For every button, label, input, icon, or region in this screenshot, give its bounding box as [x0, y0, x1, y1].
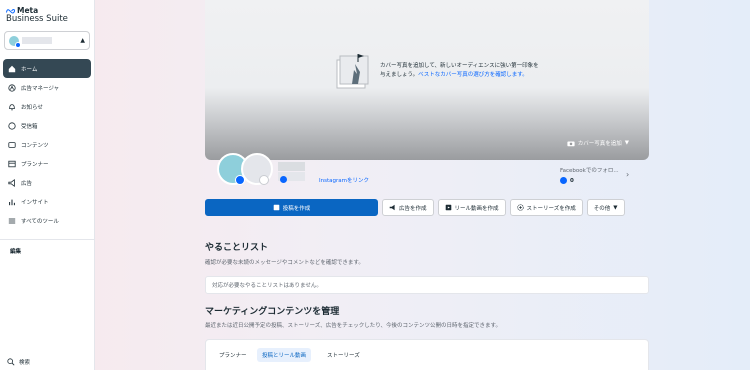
- followers-count-value: 0: [570, 177, 574, 184]
- sidebar-item-label: インサイト: [21, 199, 49, 206]
- sidebar-item-label: 広告マネージャ: [21, 85, 60, 92]
- page-name-placeholder: [278, 162, 305, 171]
- sidebar-item-label: プランナー: [21, 161, 49, 168]
- tab-posts-and-reels[interactable]: 投稿とリール動画: [257, 348, 312, 362]
- chevron-down-icon: ▼: [613, 204, 618, 211]
- sidebar-search[interactable]: 検索: [7, 358, 30, 366]
- facebook-icon: [280, 176, 287, 183]
- meta-logo-icon: [6, 8, 15, 13]
- bell-icon: [9, 103, 15, 110]
- inbox-icon: [8, 121, 16, 130]
- todo-subtitle: 確認が必要な未読のメッセージやコメントなどを確認できます。: [205, 260, 364, 266]
- sidebar-item-ads-manager[interactable]: 広告マネージャ: [3, 78, 91, 97]
- search-icon: [7, 358, 15, 366]
- create-ad-label: 広告を作成: [399, 205, 427, 212]
- create-reel-button[interactable]: リール動画を作成: [437, 199, 506, 216]
- marketing-title: マーケティングコンテンツを管理: [205, 307, 340, 317]
- account-switcher[interactable]: ▲: [4, 31, 90, 50]
- sidebar-item-label: ホーム: [21, 66, 38, 73]
- action-bar: 投稿を作成 広告を作成 リール動画を作成 ストーリーズを作成 その他 ▼: [205, 199, 625, 216]
- menu-icon: [8, 218, 16, 223]
- sidebar-item-label: コンテンツ: [21, 142, 49, 149]
- sidebar-edit-link[interactable]: 編集: [10, 247, 21, 255]
- planner-icon: [8, 160, 16, 167]
- sidebar-item-all-tools[interactable]: すべてのツール: [3, 211, 91, 230]
- cover-tips-link[interactable]: ベストなカバー写真の選び方を確認します。: [418, 72, 528, 78]
- sidebar: Meta Business Suite ▲ ホーム 広告マネージャ お知らせ 受…: [0, 0, 95, 370]
- chevron-down-icon: ▼: [624, 140, 629, 146]
- create-post-button[interactable]: 投稿を作成: [205, 199, 378, 216]
- add-cover-label: カバー写真を追加: [577, 141, 622, 147]
- tab-stories[interactable]: ストーリーズ: [322, 348, 365, 362]
- sidebar-item-content[interactable]: コンテンツ: [3, 135, 91, 154]
- sidebar-item-label: 広告: [21, 180, 33, 187]
- instagram-icon: [259, 175, 269, 185]
- add-cover-photo-button[interactable]: カバー写真を追加 ▼: [567, 139, 629, 147]
- create-story-button[interactable]: ストーリーズを作成: [509, 199, 583, 216]
- instagram-link[interactable]: Instagramをリンク: [319, 176, 369, 184]
- megaphone-icon: [8, 178, 15, 187]
- tab-planner[interactable]: プランナー: [214, 348, 252, 362]
- chevron-right-icon[interactable]: ›: [626, 170, 629, 179]
- sidebar-item-insights[interactable]: インサイト: [3, 192, 91, 211]
- todo-empty-text: 対応が必要なやることリストはありません。: [212, 283, 322, 289]
- ads-manager-icon: [8, 83, 16, 92]
- home-icon: [8, 65, 16, 72]
- megaphone-icon: [389, 204, 395, 211]
- camera-icon: [567, 141, 575, 146]
- sidebar-item-label: お知らせ: [21, 104, 43, 111]
- marketing-subtitle: 最近または近日公開予定の投稿、ストーリーズ、広告をチェックしたり、今後のコンテン…: [205, 323, 501, 329]
- caret-up-icon: ▲: [80, 37, 85, 44]
- sidebar-nav: ホーム 広告マネージャ お知らせ 受信箱 コンテンツ プランナー 広告 インサイ…: [3, 59, 91, 230]
- facebook-icon: [15, 41, 21, 48]
- create-ad-button[interactable]: 広告を作成: [382, 199, 434, 216]
- account-name-placeholder: [22, 37, 52, 44]
- story-icon: [516, 204, 524, 211]
- more-label: その他: [593, 205, 611, 212]
- sidebar-item-notifications[interactable]: お知らせ: [3, 97, 91, 116]
- sidebar-item-home[interactable]: ホーム: [3, 59, 91, 78]
- search-label: 検索: [19, 360, 31, 366]
- product-name: Business Suite: [6, 14, 68, 24]
- cover-prompt-text: カバー写真を追加して、新しいオーディエンスに強い第一印象を与えましょう。ベストな…: [380, 62, 540, 80]
- account-avatar: [9, 35, 21, 48]
- create-story-label: ストーリーズを作成: [526, 205, 576, 212]
- chart-icon: [9, 199, 15, 205]
- edit-icon: [273, 204, 280, 211]
- more-button[interactable]: その他 ▼: [586, 199, 625, 216]
- todo-title: やることリスト: [205, 243, 269, 253]
- sidebar-item-inbox[interactable]: 受信箱: [3, 116, 91, 135]
- reel-icon: [445, 204, 451, 211]
- facebook-followers-count: 0: [560, 177, 574, 184]
- sidebar-item-planner[interactable]: プランナー: [3, 154, 91, 173]
- sidebar-divider: [0, 239, 94, 240]
- facebook-icon: [560, 177, 567, 184]
- cover-photo-area: カバー写真を追加して、新しいオーディエンスに強い第一印象を与えましょう。ベストな…: [205, 0, 649, 160]
- marketing-tabs-card: プランナー 投稿とリール動画 ストーリーズ: [205, 339, 649, 370]
- sidebar-item-label: すべてのツール: [21, 218, 59, 225]
- content-icon: [8, 141, 16, 148]
- todo-empty-state: 対応が必要なやることリストはありません。: [205, 276, 649, 294]
- sidebar-item-label: 受信箱: [21, 123, 38, 130]
- cover-photo-illustration-icon: [336, 54, 369, 89]
- meta-business-suite-logo[interactable]: Meta Business Suite: [6, 6, 86, 24]
- instagram-profile-picture[interactable]: [241, 153, 273, 185]
- facebook-followers-label: Facebookでのフォロ...: [560, 168, 619, 174]
- create-post-label: 投稿を作成: [282, 205, 311, 212]
- create-reel-label: リール動画を作成: [454, 205, 499, 212]
- sidebar-item-ads[interactable]: 広告: [3, 173, 91, 192]
